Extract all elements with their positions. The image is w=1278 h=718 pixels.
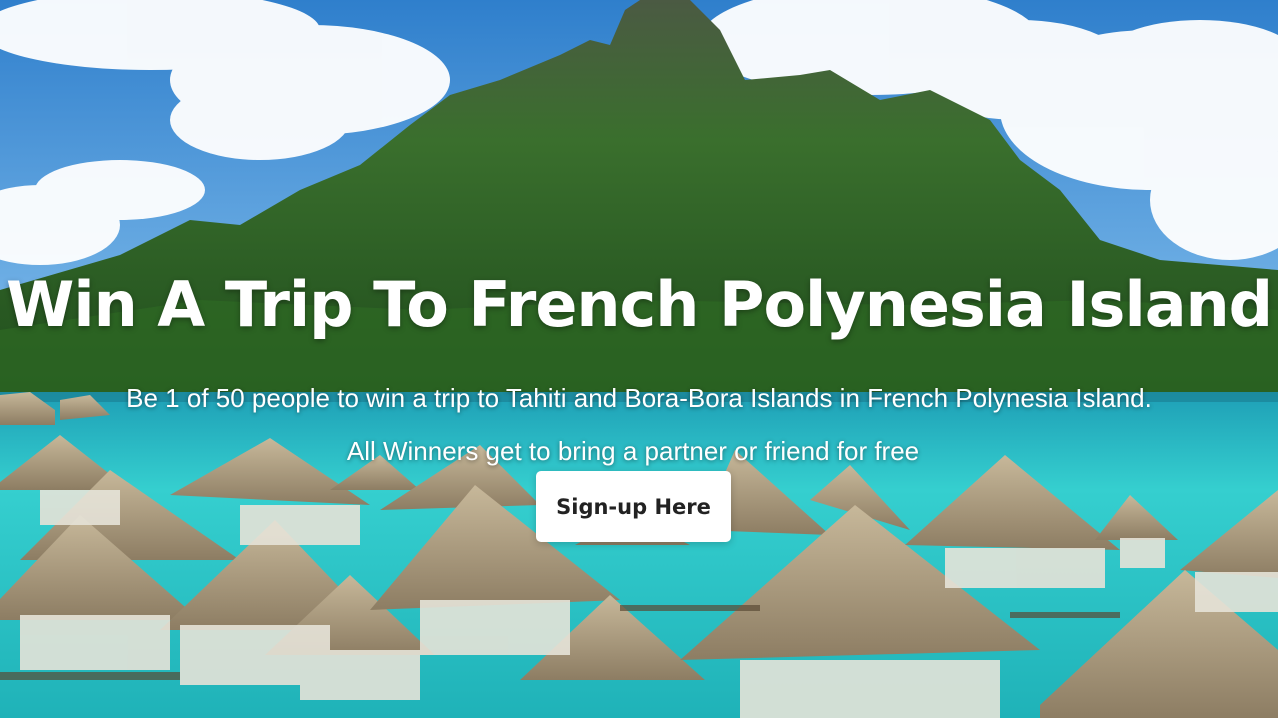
hero-background-image (0, 0, 1278, 718)
sign-up-button[interactable]: Sign-up Here (536, 471, 731, 542)
hero-subtitle-secondary: All Winners get to bring a partner or fr… (346, 436, 920, 466)
page-title: Win A Trip To French Polynesia Island (5, 267, 1273, 341)
hero-subtitle: Be 1 of 50 people to win a trip to Tahit… (126, 383, 1152, 413)
hero-section: Win A Trip To French Polynesia Island Be… (0, 0, 1278, 718)
